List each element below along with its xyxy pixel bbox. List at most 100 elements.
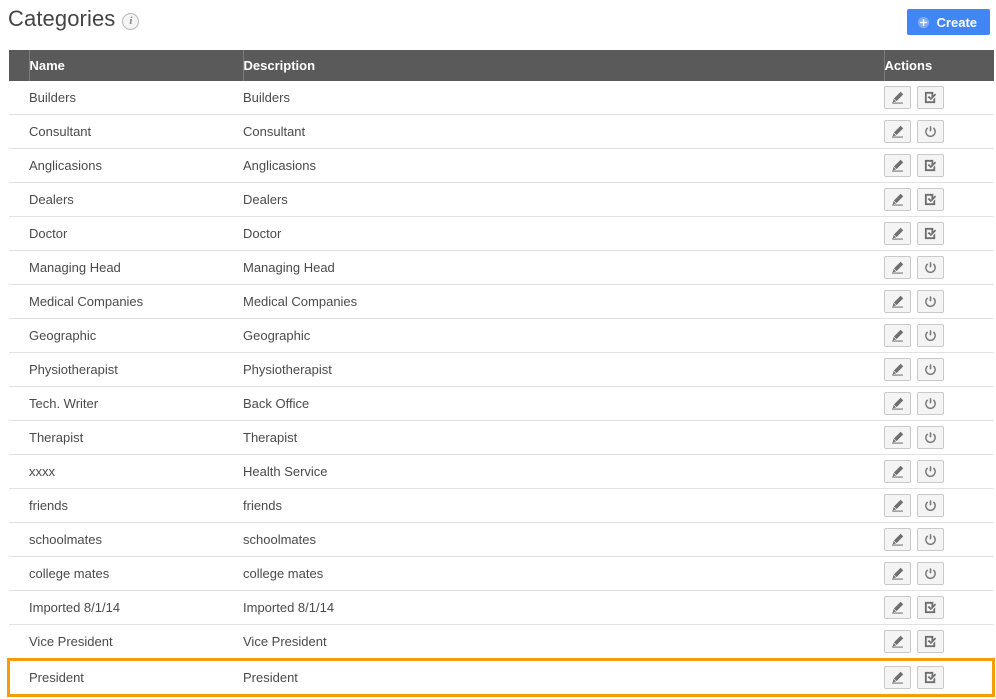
row-spacer-cell — [8, 420, 29, 455]
info-icon[interactable]: i — [122, 12, 140, 30]
row-description-cell: schoolmates — [243, 522, 884, 557]
row-actions-group — [884, 358, 994, 381]
edit-button[interactable] — [884, 596, 911, 619]
table-body: Builders Builders Consultant Consultant Angl… — [7, 81, 995, 697]
checkbox-check-icon — [924, 601, 937, 614]
table-row[interactable]: schoolmates schoolmates — [8, 522, 994, 557]
edit-button[interactable] — [884, 290, 911, 313]
row-actions-cell — [884, 182, 994, 217]
pencil-icon — [892, 533, 904, 546]
pencil-icon — [892, 671, 904, 684]
table-row[interactable]: Vice President Vice President — [8, 624, 994, 660]
edit-button[interactable] — [884, 222, 911, 245]
edit-button[interactable] — [884, 86, 911, 109]
deactivate-button[interactable] — [917, 392, 944, 415]
row-actions-cell — [884, 250, 994, 285]
edit-button[interactable] — [884, 188, 911, 211]
row-description-cell: Therapist — [243, 420, 884, 455]
edit-button[interactable] — [884, 324, 911, 347]
edit-button[interactable] — [884, 630, 911, 653]
activate-button[interactable] — [917, 666, 944, 689]
table-row[interactable]: friends friends — [8, 488, 994, 523]
edit-button[interactable] — [884, 562, 911, 585]
table-row[interactable]: Imported 8/1/14 Imported 8/1/14 — [8, 590, 994, 625]
row-actions-group — [884, 86, 994, 109]
row-actions-cell — [884, 284, 994, 319]
row-name-cell: Physiotherapist — [29, 352, 243, 387]
row-spacer-cell — [8, 556, 29, 591]
pencil-icon — [892, 159, 904, 172]
table-row[interactable]: xxxx Health Service — [8, 454, 994, 489]
checkbox-check-icon — [924, 91, 937, 104]
deactivate-button[interactable] — [917, 494, 944, 517]
row-actions-group — [884, 392, 994, 415]
deactivate-button[interactable] — [917, 562, 944, 585]
power-icon — [925, 398, 936, 410]
table-row[interactable]: Anglicasions Anglicasions — [8, 148, 994, 183]
edit-button[interactable] — [884, 494, 911, 517]
row-spacer-cell — [8, 216, 29, 251]
activate-button[interactable] — [917, 596, 944, 619]
activate-button[interactable] — [917, 188, 944, 211]
row-actions-cell — [884, 352, 994, 387]
row-spacer-cell — [8, 250, 29, 285]
row-actions-group — [884, 630, 994, 653]
table-row[interactable]: Medical Companies Medical Companies — [8, 284, 994, 319]
table-row[interactable]: Managing Head Managing Head — [8, 250, 994, 285]
deactivate-button[interactable] — [917, 358, 944, 381]
table-row[interactable]: Builders Builders — [8, 81, 994, 115]
pencil-icon — [892, 465, 904, 478]
checkbox-check-icon — [924, 159, 937, 172]
edit-button[interactable] — [884, 528, 911, 551]
row-actions-cell — [884, 148, 994, 183]
deactivate-button[interactable] — [917, 528, 944, 551]
edit-button[interactable] — [884, 154, 911, 177]
deactivate-button[interactable] — [917, 290, 944, 313]
table-row[interactable]: Consultant Consultant — [8, 114, 994, 149]
table-row[interactable]: Geographic Geographic — [8, 318, 994, 353]
row-spacer-cell — [8, 352, 29, 387]
table-row[interactable]: Therapist Therapist — [8, 420, 994, 455]
table-row[interactable]: President President — [7, 658, 995, 697]
edit-button[interactable] — [884, 460, 911, 483]
page-header: Categories i Create — [0, 0, 996, 50]
column-header-name[interactable]: Name — [29, 50, 243, 81]
page-title-group: Categories i — [8, 6, 140, 32]
column-header-description[interactable]: Description — [242, 50, 884, 81]
row-description-cell: Imported 8/1/14 — [243, 590, 884, 625]
row-name-cell: Managing Head — [29, 250, 243, 285]
deactivate-button[interactable] — [917, 120, 944, 143]
checkbox-check-icon — [924, 193, 937, 206]
column-header-actions: Actions — [883, 50, 994, 81]
row-description-cell: Vice President — [243, 624, 884, 660]
activate-button[interactable] — [917, 86, 944, 109]
deactivate-button[interactable] — [917, 256, 944, 279]
row-spacer-cell — [8, 182, 29, 217]
table-row[interactable]: Doctor Doctor — [8, 216, 994, 251]
activate-button[interactable] — [917, 154, 944, 177]
pencil-icon — [892, 601, 904, 614]
deactivate-button[interactable] — [917, 460, 944, 483]
table-row[interactable]: Dealers Dealers — [8, 182, 994, 217]
pencil-icon — [892, 261, 904, 274]
pencil-icon — [892, 227, 904, 240]
table-row[interactable]: college mates college mates — [8, 556, 994, 591]
edit-button[interactable] — [884, 120, 911, 143]
deactivate-button[interactable] — [917, 426, 944, 449]
pencil-icon — [892, 499, 904, 512]
row-spacer-cell — [8, 624, 29, 660]
edit-button[interactable] — [884, 358, 911, 381]
categories-table-wrapper: Name Description Actions Builders Builder… — [7, 50, 995, 697]
create-button[interactable]: Create — [906, 9, 990, 35]
table-row[interactable]: Tech. Writer Back Office — [8, 386, 994, 421]
edit-button[interactable] — [884, 666, 911, 689]
edit-button[interactable] — [884, 426, 911, 449]
create-button-label: Create — [936, 14, 977, 30]
edit-button[interactable] — [884, 392, 911, 415]
activate-button[interactable] — [917, 630, 944, 653]
row-name-cell: Dealers — [29, 182, 243, 217]
deactivate-button[interactable] — [917, 324, 944, 347]
table-row[interactable]: Physiotherapist Physiotherapist — [8, 352, 994, 387]
edit-button[interactable] — [884, 256, 911, 279]
activate-button[interactable] — [917, 222, 944, 245]
